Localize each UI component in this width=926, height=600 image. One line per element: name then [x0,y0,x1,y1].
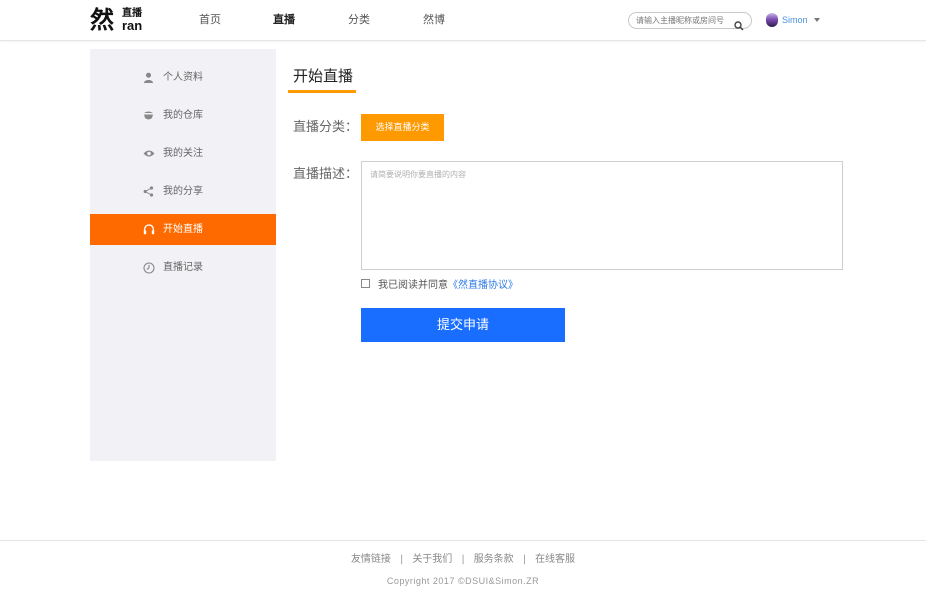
agree-text: 我已阅读并同意 [378,279,448,291]
warehouse-icon [142,109,155,122]
sidebar-item-label: 我的关注 [163,148,203,159]
user-menu[interactable]: Simon [766,11,820,29]
sidebar-item-label: 个人资料 [163,72,203,83]
sidebar-item-label: 我的分享 [163,186,203,197]
footer-link-terms[interactable]: 服务条款 [474,554,514,565]
nav-live[interactable]: 直播 [273,0,295,40]
sidebar-item-profile[interactable]: 个人资料 [90,62,276,93]
top-header: 然 直播 ran 首页 直播 分类 然博 Simon [0,0,926,41]
nav-category[interactable]: 分类 [348,0,370,40]
footer-links: 友情链接 | 关于我们 | 服务条款 | 在线客服 [0,553,926,567]
sidebar-item-share[interactable]: 我的分享 [90,176,276,207]
title-underline [288,90,356,93]
search-input[interactable] [636,13,736,28]
nav-home[interactable]: 首页 [199,0,221,40]
sidebar-item-label: 开始直播 [163,224,203,235]
eye-icon [142,147,155,160]
footer-link-about[interactable]: 关于我们 [412,554,452,565]
user-icon [142,71,155,84]
search-icon[interactable] [734,16,744,31]
sidebar-item-label: 我的仓库 [163,110,203,121]
sidebar-item-label: 直播记录 [163,262,203,273]
agree-checkbox[interactable] [361,278,370,288]
description-label: 直播描述： [293,167,359,182]
sidebar-item-start-live[interactable]: 开始直播 [90,214,276,245]
footer-link-friends[interactable]: 友情链接 [351,554,391,565]
footer-separator: | [399,554,404,565]
footer-separator: | [522,554,527,565]
user-name: Simon [782,15,808,25]
footer-link-support[interactable]: 在线客服 [535,554,575,565]
select-category-button[interactable]: 选择直播分类 [361,114,444,141]
sidebar-item-following[interactable]: 我的关注 [90,138,276,169]
page-title: 开始直播 [293,67,354,85]
avatar [766,13,778,27]
clock-icon [142,261,155,274]
submit-button[interactable]: 提交申请 [361,308,565,342]
agreement-row: 我已阅读并同意 《然直播协议》 [361,276,518,291]
footer: 友情链接 | 关于我们 | 服务条款 | 在线客服 Copyright 2017 ©DSUI… [0,540,926,600]
logo-glyph: 然 [90,6,114,34]
headphones-icon [142,223,155,236]
chevron-down-icon [813,18,820,22]
category-label: 直播分类： [293,120,359,135]
copyright: Copyright 2017 ©DSUI&Simon.ZR [386,576,540,586]
description-field[interactable] [361,161,843,270]
logo-wordmark: ran [122,18,143,33]
site-logo[interactable]: 然 直播 ran [90,5,146,35]
search-box [628,12,752,31]
sidebar-item-live-records[interactable]: 直播记录 [90,252,276,283]
sidebar: 个人资料 我的仓库 我的关注 我的分享 开始直播 直播记录 [90,49,276,461]
agreement-link[interactable]: 《然直播协议》 [448,276,518,291]
footer-separator: | [461,554,465,565]
sidebar-item-warehouse[interactable]: 我的仓库 [90,100,276,131]
nav-ranbo[interactable]: 然博 [423,0,445,40]
share-icon [142,185,155,198]
